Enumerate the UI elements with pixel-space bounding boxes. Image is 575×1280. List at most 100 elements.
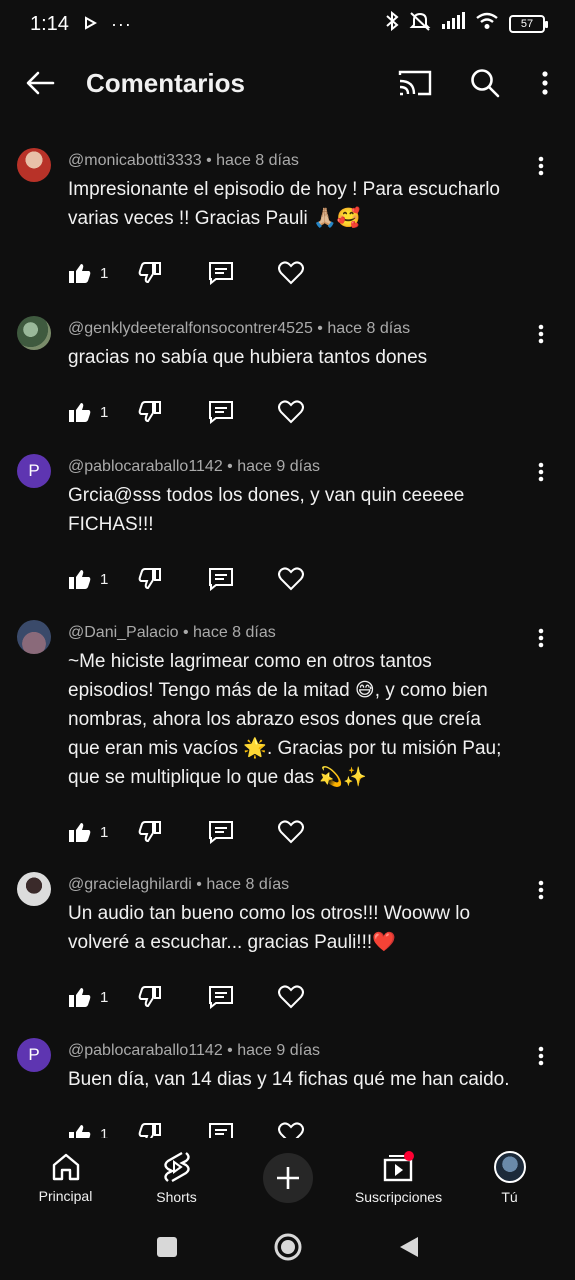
back-system-button[interactable] (398, 1235, 420, 1264)
comment-text: Un audio tan bueno como los otros!!! Woo… (68, 903, 471, 953)
comment-meta: @pablocaraballo1142 • hace 9 días (68, 458, 320, 475)
like-count: 1 (100, 264, 109, 282)
like-button[interactable]: 1 (68, 568, 138, 590)
like-button[interactable]: 1 (68, 262, 138, 284)
nav-shorts-label: Shorts (156, 1189, 197, 1205)
dislike-button[interactable] (138, 986, 208, 1008)
comment-text: gracias no sabía que hubiera tantos done… (68, 347, 428, 368)
bottom-nav: Principal Shorts Suscripciones Tú (0, 1138, 575, 1218)
comment-icon (209, 568, 233, 591)
bluetooth-icon (385, 10, 399, 37)
comment-meta: @pablocaraballo1142 • hace 9 días (68, 1042, 320, 1059)
more-notifications-icon: ··· (110, 13, 132, 34)
comment-age: hace 8 días (327, 320, 411, 337)
reply-button[interactable] (208, 400, 278, 424)
kebab-icon (538, 156, 544, 176)
heart-icon (278, 820, 304, 844)
play-notification-icon (83, 13, 97, 36)
comment-author[interactable]: @monicabotti3333 (68, 152, 202, 169)
profile-avatar (493, 1151, 526, 1183)
avatar[interactable] (17, 148, 51, 182)
heart-button[interactable] (278, 820, 328, 844)
reply-button[interactable] (208, 567, 278, 591)
avatar[interactable] (17, 316, 51, 350)
comment-author[interactable]: @genklydeeteralfonsocontrer4525 (68, 320, 313, 337)
kebab-icon (538, 1046, 544, 1066)
wifi-icon (475, 12, 499, 36)
cast-icon (398, 70, 432, 96)
avatar[interactable]: P (17, 1038, 51, 1072)
kebab-icon (538, 628, 544, 648)
reply-button[interactable] (208, 261, 278, 285)
comment-meta: @gracielaghilardi • hace 8 días (68, 876, 290, 893)
nav-subscriptions-label: Suscripciones (354, 1189, 443, 1205)
like-button[interactable]: 1 (68, 821, 138, 843)
back-button[interactable] (20, 63, 60, 103)
create-button[interactable] (262, 1153, 313, 1203)
like-count: 1 (100, 570, 109, 588)
battery-icon: 57 (509, 15, 548, 33)
search-button[interactable] (465, 63, 505, 103)
page-title: Comentarios (86, 67, 245, 98)
comment-more-button[interactable] (531, 878, 551, 902)
kebab-icon (542, 71, 548, 95)
subscriptions-icon (383, 1151, 414, 1182)
search-icon (471, 69, 500, 98)
comment-meta: @Dani_Palacio • hace 8 días (68, 624, 276, 641)
reply-button[interactable] (208, 985, 278, 1009)
heart-button[interactable] (278, 261, 328, 285)
shorts-icon (163, 1151, 190, 1183)
comment-age: hace 8 días (193, 624, 276, 641)
thumbs-down-icon (138, 568, 161, 590)
comment-more-button[interactable] (531, 460, 551, 484)
thumbs-up-icon (69, 988, 91, 1007)
nav-you[interactable]: Tú (455, 1151, 565, 1205)
comment-age: hace 8 días (216, 152, 299, 169)
reply-button[interactable] (208, 820, 278, 844)
avatar-letter: P (28, 1045, 40, 1064)
like-button[interactable]: 1 (68, 401, 138, 423)
comment-actions: 1 (68, 551, 515, 607)
comment-more-button[interactable] (531, 626, 551, 650)
comment-author[interactable]: @gracielaghilardi (68, 876, 192, 893)
comment-author[interactable]: @pablocaraballo1142 (68, 1042, 223, 1059)
nav-create[interactable] (233, 1153, 343, 1203)
thumbs-up-icon (69, 570, 91, 589)
comment-author[interactable]: @pablocaraballo1142 (68, 458, 223, 475)
nav-home[interactable]: Principal (11, 1152, 121, 1204)
dislike-button[interactable] (138, 568, 208, 590)
thumbs-down-icon (138, 262, 161, 284)
nav-subscriptions[interactable]: Suscripciones (344, 1151, 454, 1205)
heart-button[interactable] (278, 400, 328, 424)
kebab-icon (538, 880, 544, 900)
comment-more-button[interactable] (531, 1044, 551, 1068)
nav-shorts[interactable]: Shorts (122, 1151, 232, 1205)
avatar[interactable] (17, 872, 51, 906)
thumbs-down-icon (138, 401, 161, 423)
like-count: 1 (100, 988, 109, 1006)
avatar[interactable] (17, 620, 51, 654)
comment-icon (209, 986, 233, 1009)
comment-more-button[interactable] (531, 154, 551, 178)
triangle-back-icon (399, 1236, 418, 1257)
comments-list: @monicabotti3333 • hace 8 días Impresion… (0, 140, 575, 1168)
kebab-icon (538, 324, 544, 344)
more-options-button[interactable] (535, 63, 555, 103)
heart-button[interactable] (278, 567, 328, 591)
thumbs-up-icon (69, 403, 91, 422)
home-system-button[interactable] (273, 1232, 303, 1267)
recent-apps-button[interactable] (156, 1236, 178, 1263)
thumbs-down-icon (138, 821, 161, 843)
avatar[interactable]: P (17, 454, 51, 488)
dislike-button[interactable] (138, 401, 208, 423)
heart-button[interactable] (278, 985, 328, 1009)
comment-more-button[interactable] (531, 322, 551, 346)
like-button[interactable]: 1 (68, 986, 138, 1008)
dislike-button[interactable] (138, 821, 208, 843)
comment-age: hace 8 días (206, 876, 290, 893)
comment-author[interactable]: @Dani_Palacio (68, 624, 179, 641)
dislike-button[interactable] (138, 262, 208, 284)
comment: @Dani_Palacio • hace 8 días ~Me hiciste … (0, 612, 575, 864)
cast-button[interactable] (395, 63, 435, 103)
heart-icon (278, 400, 304, 424)
